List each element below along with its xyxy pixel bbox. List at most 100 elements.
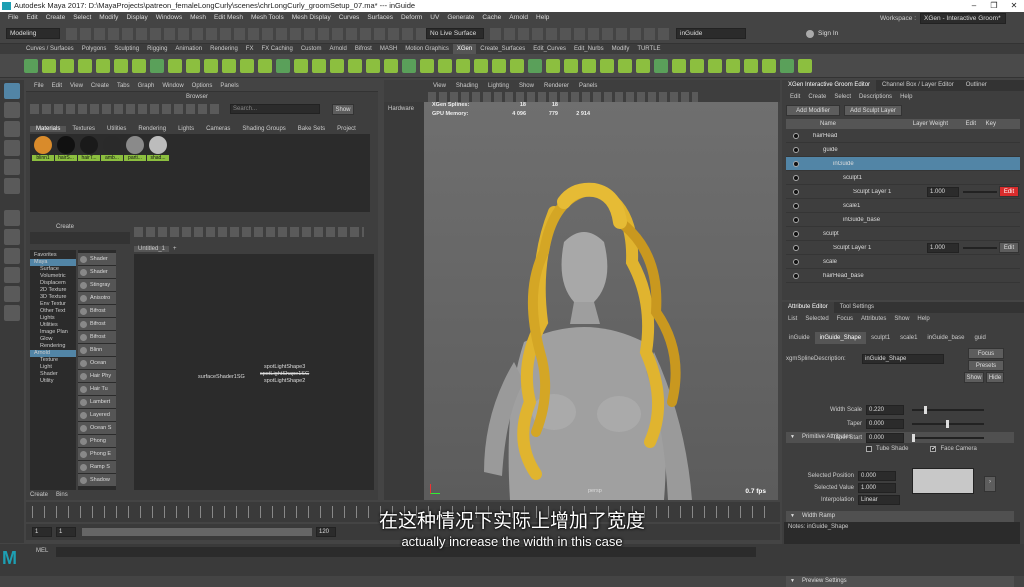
xgen-tool-icon[interactable] (114, 59, 128, 73)
groom-tree-row[interactable]: inGuide_base (786, 213, 1020, 227)
node-list-item[interactable]: Bifrost (78, 318, 116, 330)
panel-tab-xgen-interactive-groom-editor[interactable]: XGen Interactive Groom Editor (782, 80, 877, 91)
node-list-item[interactable]: Hair Tu (78, 383, 116, 395)
xgen-tool-icon[interactable] (42, 59, 56, 73)
xgen-tool-icon[interactable] (150, 59, 164, 73)
visibility-icon[interactable] (793, 174, 799, 181)
taper-start-slider[interactable] (912, 434, 984, 442)
maximize-icon[interactable]: ❐ (984, 0, 1004, 12)
create-tree-item[interactable]: Favorites (30, 252, 76, 259)
xgen-tool-icon[interactable] (600, 59, 614, 73)
shelf-tab-custom[interactable]: Custom (297, 44, 326, 54)
create-tree-item[interactable]: Utility (30, 378, 76, 385)
node-tab-inguide-base[interactable]: inGuide_base (922, 332, 969, 344)
hypershade-menu-view[interactable]: View (66, 83, 87, 89)
layout-four-icon[interactable] (4, 248, 20, 264)
bottom-tab-bins[interactable]: Bins (56, 492, 68, 498)
presets-button[interactable]: Presets (968, 360, 1004, 371)
xgen-tool-icon[interactable] (564, 59, 578, 73)
node-list-item[interactable]: Shader (78, 253, 116, 265)
material-swatch[interactable]: hairT... (78, 136, 100, 161)
select-tool-icon[interactable] (4, 83, 20, 99)
width-ramp-graph[interactable] (912, 468, 974, 494)
menu-select[interactable]: Select (69, 12, 95, 24)
xgen-menu-descriptions[interactable]: Descriptions (855, 94, 896, 100)
xgen-tool-icon[interactable] (618, 59, 632, 73)
shelf-tab-mash[interactable]: MASH (376, 44, 401, 54)
shelf-tab-motion-graphics[interactable]: Motion Graphics (401, 44, 453, 54)
node-list-item[interactable]: Ocean Shader (78, 357, 116, 378)
create-tree-item[interactable]: Utilities (30, 322, 76, 329)
xgen-tool-icon[interactable] (528, 59, 542, 73)
shelf-tab-xgen[interactable]: XGen (452, 44, 477, 54)
shelf-tab-create-surfaces[interactable]: Create_Surfaces (476, 44, 529, 54)
xgen-tool-icon[interactable] (510, 59, 524, 73)
graph-toolbar-icons[interactable] (134, 227, 364, 237)
xgen-tool-icon[interactable] (330, 59, 344, 73)
shelf-tab-rigging[interactable]: Rigging (143, 44, 171, 54)
lasso-tool-icon[interactable] (4, 102, 20, 118)
menu-display[interactable]: Display (122, 12, 151, 24)
shelf-tab-turtle[interactable]: TURTLE (633, 44, 664, 54)
visibility-icon[interactable] (793, 202, 799, 209)
groom-tree-row[interactable]: hairHead_base (786, 269, 1020, 283)
xgen-tool-icon[interactable] (438, 59, 452, 73)
xgen-tool-icon[interactable] (222, 59, 236, 73)
xgen-tool-icon[interactable] (582, 59, 596, 73)
viewport-menu-shading[interactable]: Shading (451, 83, 483, 89)
xgen-tool-icon[interactable] (798, 59, 812, 73)
xgen-tool-icon[interactable] (204, 59, 218, 73)
hypershade-menu-tabs[interactable]: Tabs (113, 83, 134, 89)
hypershade-menu-graph[interactable]: Graph (134, 83, 159, 89)
ae-menu-show[interactable]: Show (890, 316, 913, 322)
create-tree-item[interactable]: Other Text (30, 308, 76, 315)
menu-edit-mesh[interactable]: Edit Mesh (210, 12, 247, 24)
shelf-tab-arnold[interactable]: Arnold (326, 44, 351, 54)
xgen-tool-icon[interactable] (348, 59, 362, 73)
sign-in-button[interactable]: Sign In (818, 30, 838, 37)
graph-node[interactable]: surfaceShader1SG (198, 374, 245, 380)
xgen-tool-icon[interactable] (708, 59, 722, 73)
render-icons[interactable] (490, 27, 670, 40)
menu-deform[interactable]: Deform (397, 12, 426, 24)
layout-two-icon[interactable] (4, 267, 20, 283)
xgen-tool-icon[interactable] (258, 59, 272, 73)
xgen-tool-icon[interactable] (186, 59, 200, 73)
menu-help[interactable]: Help (532, 12, 553, 24)
xgen-tool-icon[interactable] (366, 59, 380, 73)
xgen-tool-icon[interactable] (384, 59, 398, 73)
visibility-icon[interactable] (793, 146, 799, 153)
layout-single-icon[interactable] (4, 229, 20, 245)
add-sculpt-layer-button[interactable]: Add Sculpt Layer (844, 104, 902, 116)
xgen-menu-edit[interactable]: Edit (786, 94, 804, 100)
hypershade-menu-panels[interactable]: Panels (216, 83, 242, 89)
xgen-tool-icon[interactable] (24, 59, 38, 73)
visibility-icon[interactable] (793, 244, 799, 251)
bottom-tab-create[interactable]: Create (30, 492, 48, 498)
shelf-tab-edit-nurbs[interactable]: Edit_Nurbs (570, 44, 608, 54)
graph-add-tab[interactable]: + (169, 246, 181, 252)
menu-generate[interactable]: Generate (443, 12, 478, 24)
create-tree-item[interactable]: Volumetric (30, 273, 76, 280)
xgen-tool-icon[interactable] (654, 59, 668, 73)
material-swatch[interactable]: parti... (124, 136, 146, 161)
xgen-tool-icon[interactable] (402, 59, 416, 73)
node-list-item[interactable]: Ramp S (78, 461, 116, 473)
xgen-tool-icon[interactable] (546, 59, 560, 73)
face-camera-checkbox[interactable]: ✔ (930, 446, 937, 452)
shelf-tab-fx-caching[interactable]: FX Caching (257, 44, 296, 54)
shelf-tab-fx[interactable]: FX (242, 44, 258, 54)
graph-node[interactable]: spotLightShape3 (264, 364, 305, 370)
menu-arnold[interactable]: Arnold (505, 12, 532, 24)
ae-menu-selected[interactable]: Selected (801, 316, 832, 322)
viewport-menu-show[interactable]: Show (514, 83, 539, 89)
rotate-tool-icon[interactable] (4, 159, 20, 175)
xgen-tool-icon[interactable] (744, 59, 758, 73)
shelf-tab-bifrost[interactable]: Bifrost (351, 44, 376, 54)
xgen-tool-icon[interactable] (78, 59, 92, 73)
create-tree-item[interactable]: Lights (30, 315, 76, 322)
node-list-item[interactable]: Shadow (78, 474, 116, 486)
visibility-icon[interactable] (793, 258, 799, 265)
create-tree-item[interactable]: Rendering (30, 343, 76, 350)
taper-start-field[interactable]: 0.000 (866, 433, 904, 443)
